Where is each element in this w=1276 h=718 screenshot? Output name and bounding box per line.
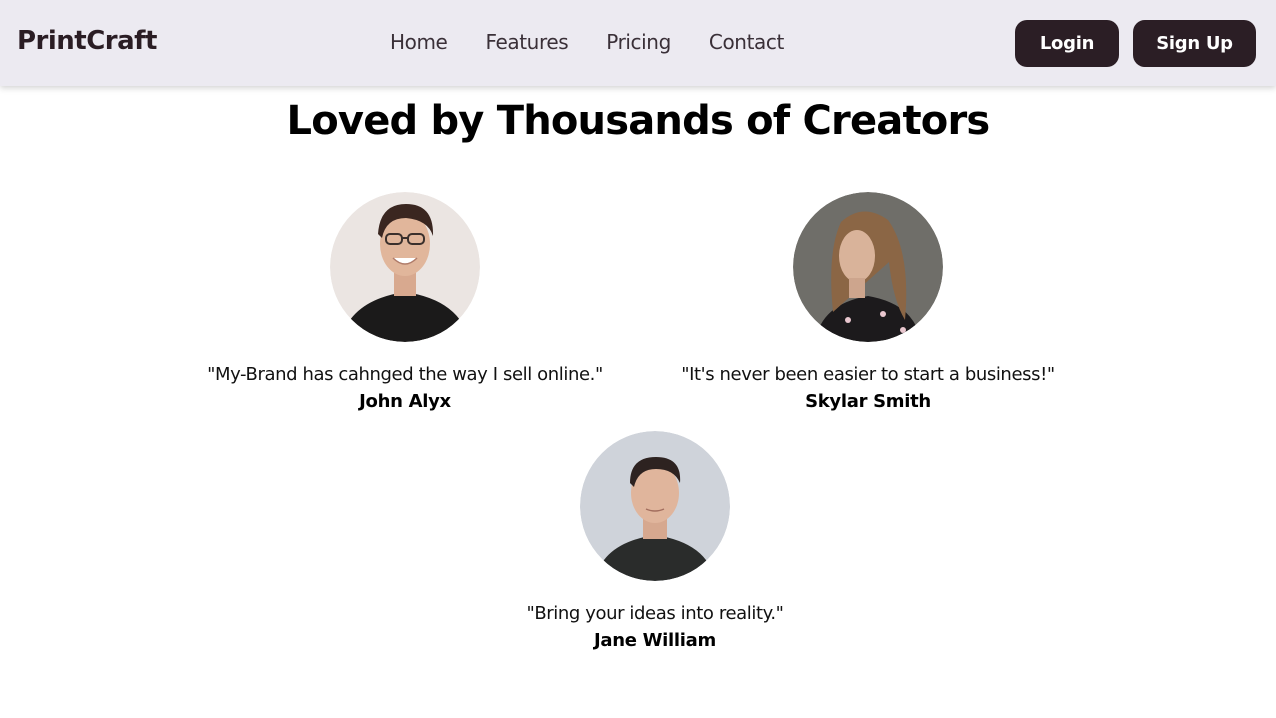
nav-link-home[interactable]: Home bbox=[390, 30, 448, 54]
testimonial-card: "Bring your ideas into reality." Jane Wi… bbox=[425, 431, 885, 651]
avatar-man-glasses bbox=[330, 192, 480, 342]
testimonial-quote: "Bring your ideas into reality." bbox=[526, 603, 784, 624]
nav-links: Home Features Pricing Contact bbox=[390, 30, 822, 54]
avatar-man-dark-shirt bbox=[580, 431, 730, 581]
testimonial-author: John Alyx bbox=[359, 391, 451, 412]
nav-link-pricing[interactable]: Pricing bbox=[606, 30, 671, 54]
signup-button[interactable]: Sign Up bbox=[1133, 20, 1256, 67]
section-heading: Loved by Thousands of Creators bbox=[286, 98, 991, 144]
brand-logo[interactable]: PrintCraft bbox=[17, 26, 157, 56]
testimonial-quote: "It's never been easier to start a busin… bbox=[681, 364, 1055, 385]
testimonial-author: Jane William bbox=[594, 630, 716, 651]
testimonial-author: Skylar Smith bbox=[805, 391, 931, 412]
testimonial-card: "It's never been easier to start a busin… bbox=[638, 192, 1098, 412]
testimonial-card: "My-Brand has cahnged the way I sell onl… bbox=[175, 192, 635, 412]
avatar-woman-long-hair bbox=[793, 192, 943, 342]
nav-link-features[interactable]: Features bbox=[485, 30, 568, 54]
testimonial-quote: "My-Brand has cahnged the way I sell onl… bbox=[207, 364, 603, 385]
login-button[interactable]: Login bbox=[1015, 20, 1119, 67]
navbar: PrintCraft Home Features Pricing Contact… bbox=[0, 0, 1276, 86]
nav-link-contact[interactable]: Contact bbox=[709, 30, 784, 54]
